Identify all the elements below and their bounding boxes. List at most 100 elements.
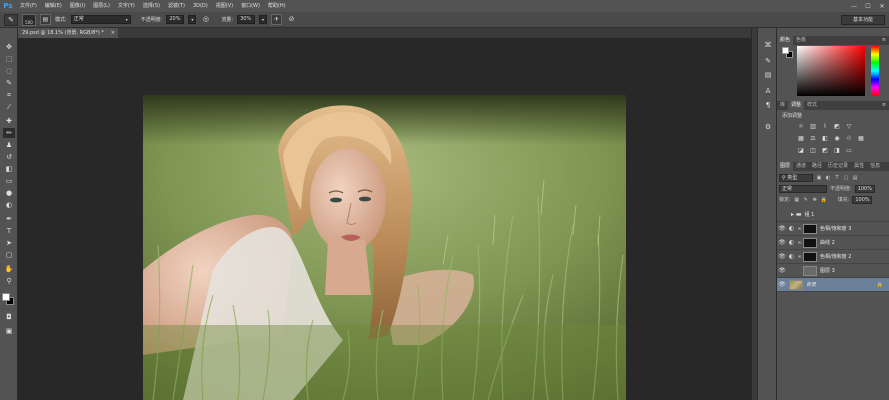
tab-history[interactable]: 历史记录 (825, 162, 851, 171)
gradient-map-icon[interactable]: ▭ (845, 147, 853, 155)
tab-color[interactable]: 颜色 (777, 36, 794, 45)
vibrance-icon[interactable]: ▽ (845, 123, 853, 131)
tab-channels[interactable]: 通道 (793, 162, 809, 171)
type-filter-icon[interactable]: T (834, 175, 840, 181)
document-tab[interactable]: 29.psd @ 18.1% (背景, RGB/8*) * × (18, 28, 118, 38)
flow-field[interactable]: 30% (237, 15, 256, 24)
quick-mask-icon[interactable]: ◘ (3, 312, 15, 322)
menu-edit[interactable]: 编辑(E) (41, 0, 66, 12)
panel-menu-icon[interactable]: ≡ (882, 101, 886, 110)
mode-select[interactable]: 正常 ▾ (70, 15, 131, 24)
eye-icon[interactable]: 👁 (777, 253, 787, 260)
layer-row-background[interactable]: 👁 背景 🔒 (777, 278, 889, 292)
pressure-opacity-icon[interactable]: ◎ (200, 14, 211, 25)
opacity-field[interactable]: 20% (166, 15, 185, 24)
brush-tool-icon[interactable]: ✏ (3, 128, 15, 138)
color-balance-icon[interactable]: ⚖ (809, 135, 817, 143)
threshold-icon[interactable]: ◩ (821, 147, 829, 155)
tab-layers[interactable]: 图层 (777, 162, 794, 171)
lock-position-icon[interactable]: ✥ (812, 197, 818, 203)
pen-tool-icon[interactable]: ✒ (3, 214, 15, 224)
canvas-area[interactable] (18, 38, 751, 400)
levels-icon[interactable]: ▥ (809, 123, 817, 131)
minimize-icon[interactable]: — (849, 3, 859, 10)
brightness-contrast-icon[interactable]: ☼ (797, 123, 805, 131)
document-canvas-image[interactable] (143, 95, 626, 400)
tab-libraries[interactable]: 库 (777, 101, 788, 110)
lasso-tool-icon[interactable]: ◌ (3, 66, 15, 76)
tab-paths[interactable]: 路径 (809, 162, 825, 171)
fill-field[interactable]: 100% (852, 195, 873, 204)
smart-filter-icon[interactable]: ▤ (852, 175, 858, 181)
hue-slider[interactable] (871, 46, 879, 96)
foreground-color-swatch[interactable] (782, 47, 789, 54)
blend-mode-select[interactable]: 正常 (779, 184, 827, 193)
photo-filter-icon[interactable]: ◉ (833, 135, 841, 143)
move-tool-icon[interactable]: ✥ (3, 42, 15, 52)
tab-adjustments[interactable]: 调整 (788, 101, 805, 110)
menu-view[interactable]: 视图(V) (212, 0, 237, 12)
character-icon[interactable]: A (762, 86, 774, 96)
layer-kind-filter[interactable]: ⚲ 类型 (779, 173, 813, 182)
color-lookup-icon[interactable]: ▦ (857, 135, 865, 143)
panel-menu-icon[interactable]: ≡ (882, 36, 886, 45)
eye-icon[interactable]: 👁 (777, 239, 787, 246)
pressure-size-icon[interactable]: ⊘ (286, 14, 297, 25)
menu-type[interactable]: 文字(Y) (114, 0, 139, 12)
type-tool-icon[interactable]: T (3, 226, 15, 236)
hand-tool-icon[interactable]: ✋ (3, 264, 15, 274)
eye-icon[interactable]: 👁 (777, 267, 787, 274)
path-selection-tool-icon[interactable]: ➤ (3, 238, 15, 248)
tab-swatches[interactable]: 色板 (793, 36, 809, 45)
blur-tool-icon[interactable]: ● (3, 188, 15, 198)
eye-icon[interactable]: 👁 (777, 281, 787, 288)
lock-transparent-icon[interactable]: ▦ (794, 197, 800, 203)
color-spectrum-field[interactable] (797, 46, 865, 96)
tool-presets-icon[interactable]: ⚙ (762, 122, 774, 132)
rectangle-tool-icon[interactable]: ▢ (3, 250, 15, 260)
lock-pixels-icon[interactable]: ✎ (803, 197, 809, 203)
dodge-tool-icon[interactable]: ◐ (3, 200, 15, 210)
black-white-icon[interactable]: ◧ (821, 135, 829, 143)
history-brush-tool-icon[interactable]: ↺ (3, 152, 15, 162)
foreground-color-swatch[interactable] (2, 293, 10, 301)
eye-icon[interactable]: 👁 (777, 225, 787, 232)
adjustment-filter-icon[interactable]: ◐ (825, 175, 831, 181)
tab-info[interactable]: 信息 (867, 162, 883, 171)
clone-stamp-tool-icon[interactable]: ♟ (3, 140, 15, 150)
gradient-tool-icon[interactable]: ▭ (3, 176, 15, 186)
selective-color-icon[interactable]: ◨ (833, 147, 841, 155)
close-icon[interactable]: × (111, 28, 115, 38)
screen-mode-icon[interactable]: ▣ (3, 326, 15, 336)
menu-filter[interactable]: 滤镜(T) (164, 0, 189, 12)
layer-row-curves-2[interactable]: 👁 ◐ ∞ 曲线 2 (777, 236, 889, 250)
close-icon[interactable]: ✕ (877, 3, 887, 10)
menu-image[interactable]: 图像(I) (66, 0, 89, 12)
opacity-dropdown[interactable]: ▾ (188, 15, 197, 24)
curves-icon[interactable]: ⌇ (821, 123, 829, 131)
menu-3d[interactable]: 3D(D) (189, 0, 212, 12)
exposure-icon[interactable]: ◩ (833, 123, 841, 131)
brush-size-picker[interactable]: 500 (22, 13, 36, 26)
layer-opacity-field[interactable]: 100% (854, 184, 875, 193)
channel-mixer-icon[interactable]: ♲ (845, 135, 853, 143)
invert-icon[interactable]: ◪ (797, 147, 805, 155)
menu-select[interactable]: 选择(S) (139, 0, 164, 12)
eyedropper-tool-icon[interactable]: ⁄ (3, 102, 15, 112)
paragraph-icon[interactable]: ¶ (762, 100, 774, 110)
layer-row-layer-3[interactable]: 👁 图层 3 (777, 264, 889, 278)
healing-brush-tool-icon[interactable]: ✚ (3, 116, 15, 126)
brush-panel-icon[interactable]: ▤ (40, 14, 51, 25)
workspace-select[interactable]: 基本功能 (841, 15, 885, 25)
layer-row-hue-saturation-2[interactable]: 👁 ◐ ∞ 色相/饱和度 2 (777, 250, 889, 264)
zoom-tool-icon[interactable]: ⚲ (3, 276, 15, 286)
maximize-icon[interactable]: ☐ (863, 3, 873, 10)
tab-styles[interactable]: 样式 (804, 101, 820, 110)
brush-settings-icon[interactable]: ✎ (762, 56, 774, 66)
shape-filter-icon[interactable]: ▢ (843, 175, 849, 181)
hue-saturation-icon[interactable]: ▦ (797, 135, 805, 143)
brush-tool-preset-icon[interactable]: ✎ (4, 13, 18, 26)
menu-help[interactable]: 帮助(H) (264, 0, 290, 12)
flow-dropdown[interactable]: ▾ (259, 15, 268, 24)
tab-properties[interactable]: 属性 (851, 162, 867, 171)
